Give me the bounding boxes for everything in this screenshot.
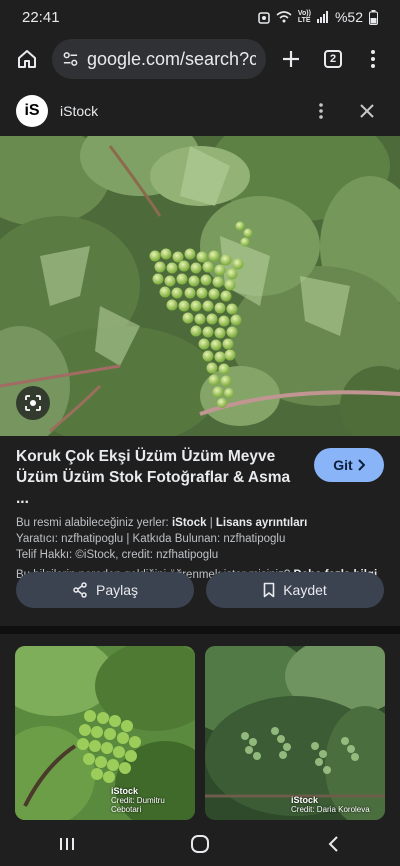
home-icon	[18, 50, 36, 68]
available-source: iStock	[171, 517, 207, 529]
thumb-credit-2: iStock Credit: Daria Koroleva	[291, 795, 370, 815]
section-divider	[0, 626, 400, 634]
source-header: iS iStock	[0, 86, 400, 136]
home-circle-icon	[190, 835, 209, 853]
vineyard-thumbnail-image	[205, 646, 385, 820]
bookmark-icon	[263, 582, 275, 598]
plus-icon	[283, 51, 299, 67]
related-image-1[interactable]: iStock Credit: Dumitru Cebotari	[15, 646, 195, 820]
lens-icon	[25, 395, 41, 411]
chevron-right-icon	[358, 459, 365, 471]
thumb-credit-text-2: Credit: Daria Koroleva	[291, 805, 370, 814]
grape-vine-image	[0, 136, 400, 436]
copyright-info: Telif Hakkı: ©iStock, credit: nzfhatipog…	[16, 549, 219, 561]
tab-switcher-button[interactable]: 2	[316, 42, 350, 76]
license-info: Bu resmi alabileceğiniz yerler: iStock |…	[16, 515, 384, 563]
recent-apps-button[interactable]	[50, 827, 84, 861]
source-name: iStock	[60, 103, 99, 119]
close-button[interactable]	[350, 94, 384, 128]
battery-percent: %52	[334, 9, 363, 25]
close-icon	[360, 104, 374, 118]
thumb-credit-1: iStock Credit: Dumitru Cebotari	[111, 786, 195, 815]
thumb-credit-text-1: Credit: Dumitru Cebotari	[111, 796, 165, 814]
notification-icon	[258, 12, 270, 24]
new-tab-button[interactable]	[274, 42, 308, 76]
battery-icon	[369, 9, 378, 25]
status-time: 22:41	[22, 8, 60, 26]
address-bar[interactable]: google.com/search?cli	[52, 39, 266, 79]
status-bar: 22:41 Vo)) LTE %52	[0, 0, 400, 34]
system-home-button[interactable]	[183, 827, 217, 861]
address-text: google.com/search?cli	[86, 48, 256, 69]
status-icons: Vo)) LTE %52	[258, 9, 378, 25]
action-buttons: Paylaş Kaydet	[16, 572, 384, 608]
site-info-icon[interactable]	[62, 50, 79, 68]
recent-apps-icon	[59, 838, 74, 850]
more-vert-icon	[319, 103, 323, 119]
source-menu-button[interactable]	[304, 94, 338, 128]
system-nav-bar	[0, 822, 400, 866]
more-vert-icon	[371, 50, 375, 68]
thumb-brand-2: iStock	[291, 795, 319, 805]
share-button[interactable]: Paylaş	[16, 572, 194, 608]
result-image[interactable]	[0, 136, 400, 436]
save-button[interactable]: Kaydet	[206, 572, 384, 608]
wifi-icon	[276, 11, 292, 23]
related-image-2[interactable]: iStock Credit: Daria Koroleva	[205, 646, 385, 820]
visit-button[interactable]: Git	[314, 448, 384, 482]
visit-label: Git	[333, 457, 353, 473]
source-logo: iS	[16, 95, 48, 127]
signal-icon	[316, 11, 328, 23]
back-button[interactable]	[316, 827, 350, 861]
home-button[interactable]	[10, 42, 44, 76]
result-title[interactable]: Koruk Çok Ekşi Üzüm Üzüm Meyve Üzüm Üzüm…	[16, 446, 306, 509]
back-icon	[328, 836, 339, 852]
thumb-brand-1: iStock	[111, 786, 139, 796]
creator-info: Yaratıcı: nzfhatipoglu | Katkıda Bulunan…	[16, 533, 286, 545]
available-prefix: Bu resmi alabileceğiniz yerler:	[16, 517, 169, 529]
tabs-icon: 2	[324, 50, 342, 68]
share-icon	[73, 582, 87, 598]
browser-menu-button[interactable]	[356, 42, 390, 76]
share-label: Paylaş	[95, 582, 139, 598]
save-label: Kaydet	[283, 582, 327, 598]
available-separator: |	[209, 517, 213, 529]
license-details-link[interactable]: Lisans ayrıntıları	[216, 517, 307, 529]
network-label: Vo)) LTE	[297, 10, 311, 24]
browser-toolbar: google.com/search?cli 2	[0, 34, 400, 84]
lens-button[interactable]	[16, 386, 50, 420]
